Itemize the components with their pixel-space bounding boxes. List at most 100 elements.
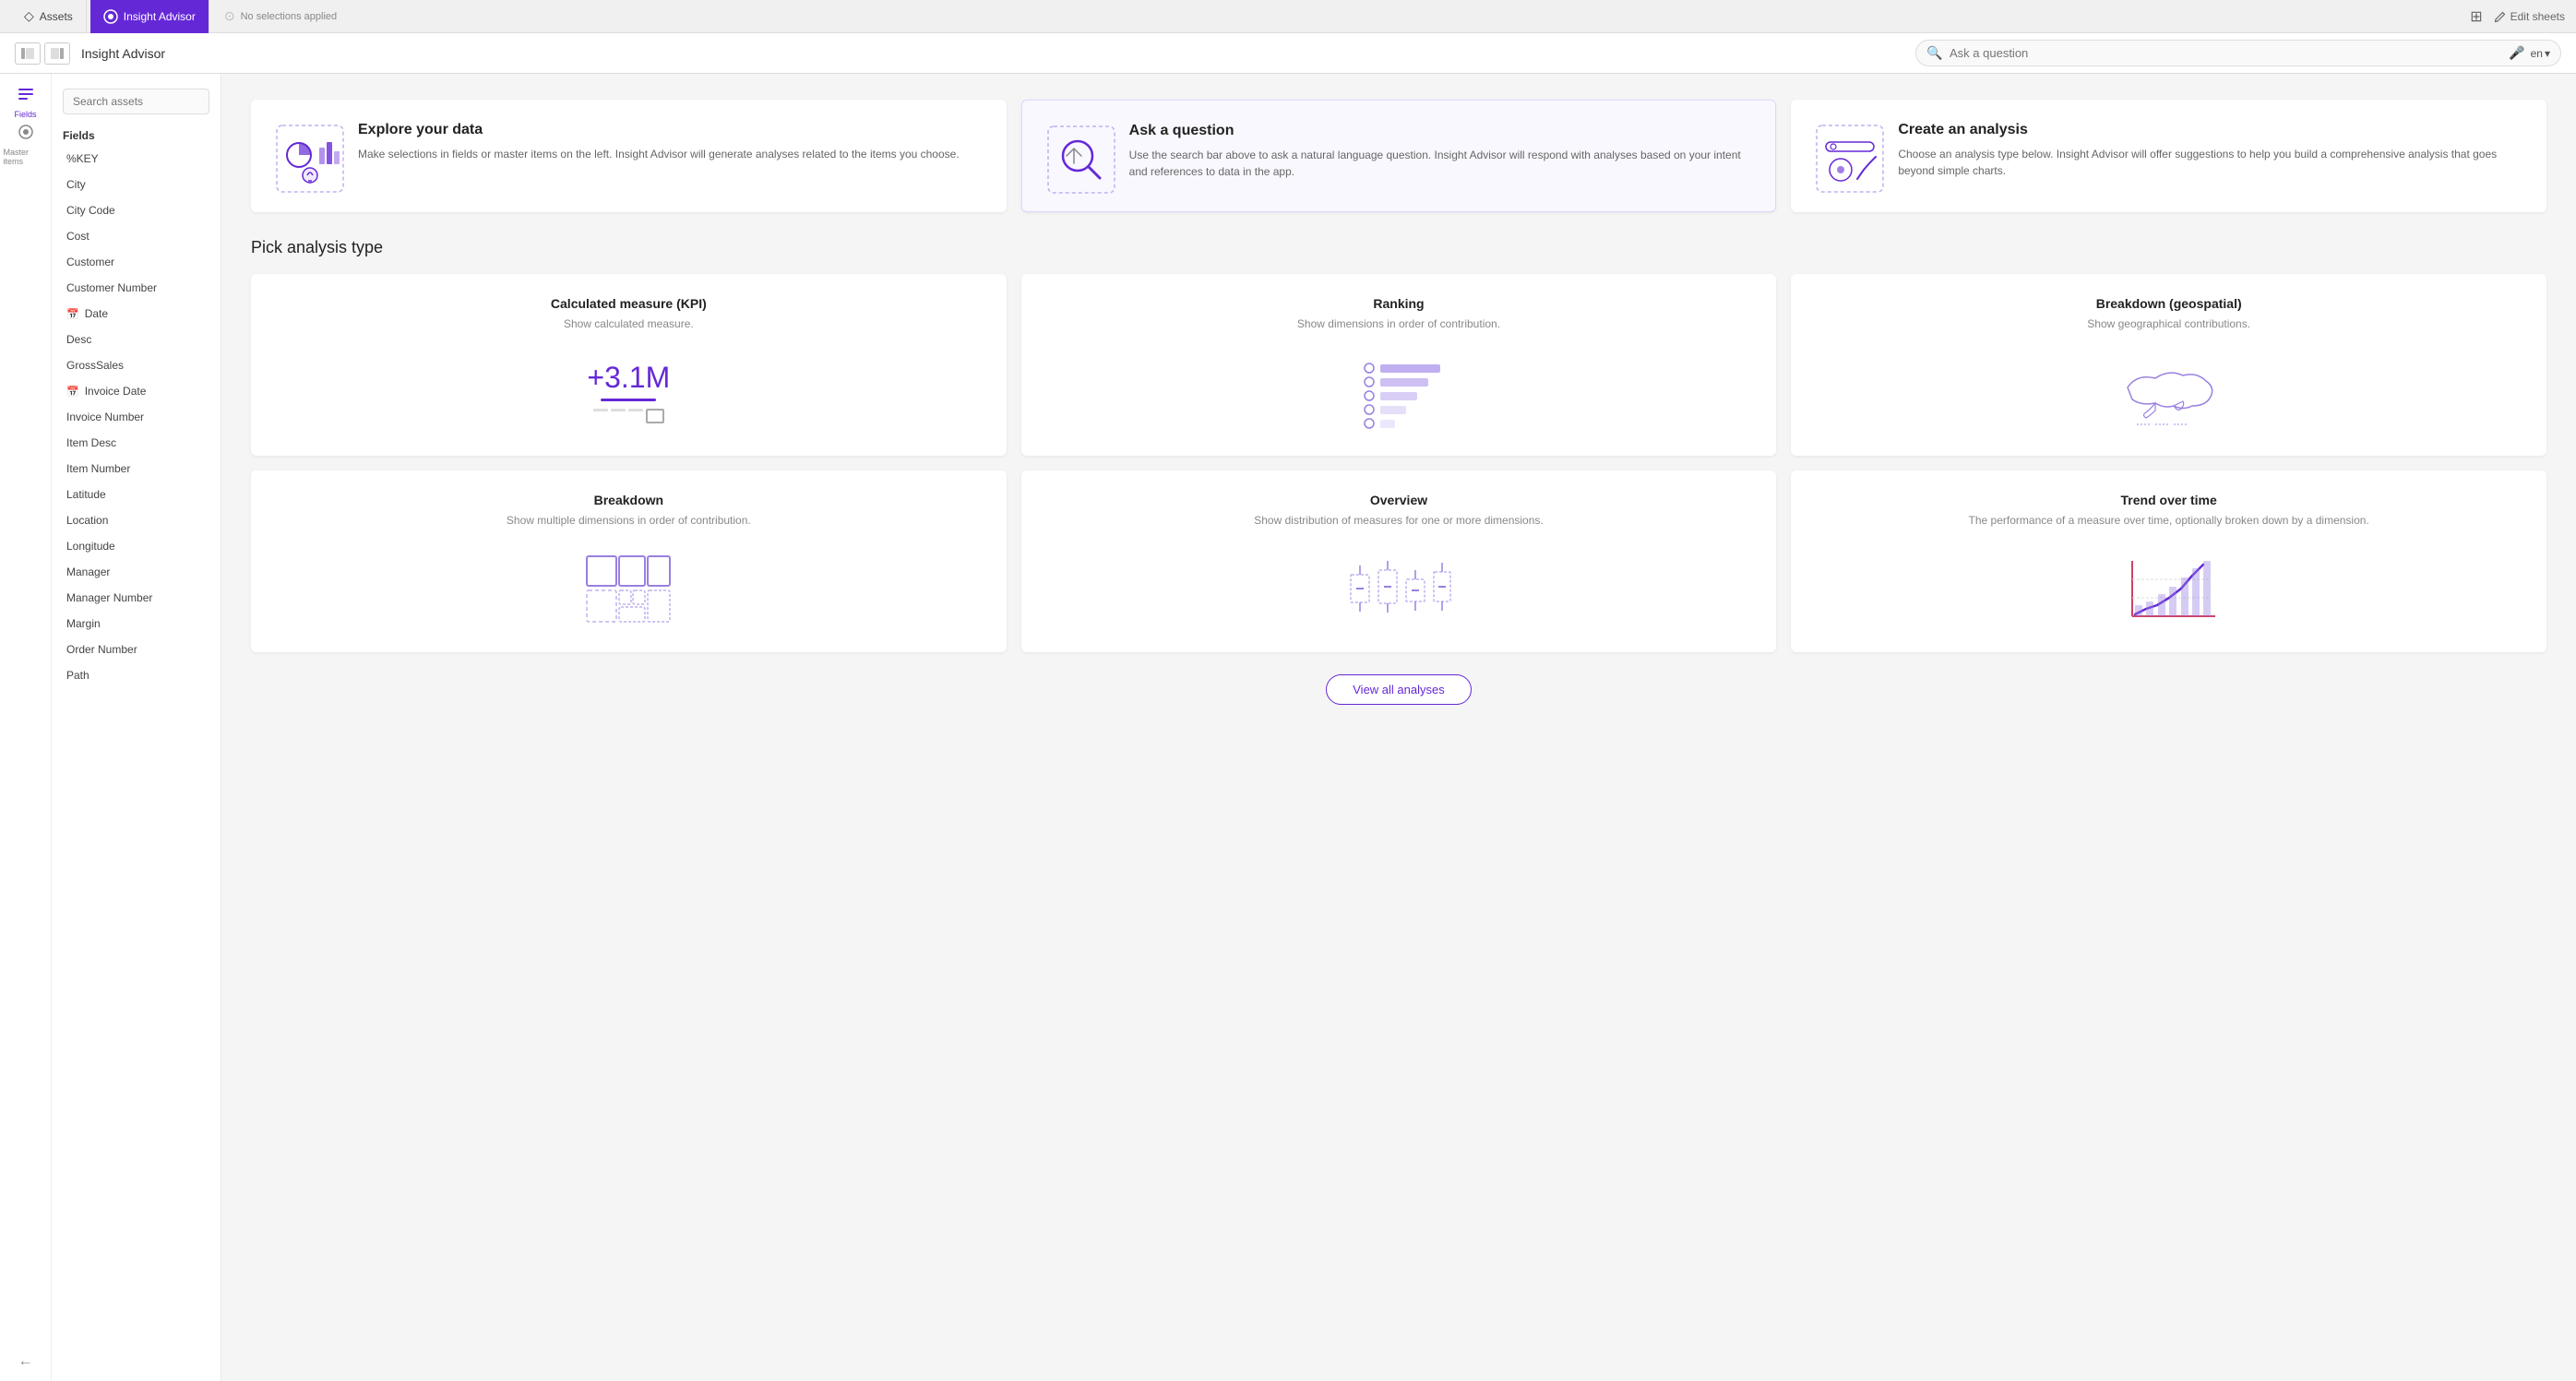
analysis-card-kpi[interactable]: Calculated measure (KPI) Show calculated… xyxy=(251,274,1007,456)
sidebar-collapse-btn[interactable]: ← xyxy=(18,1353,33,1381)
sidebar-field-invoice-date[interactable]: 📅Invoice Date xyxy=(55,378,217,404)
insight-icon xyxy=(103,9,118,24)
kpi-number: +3.1M xyxy=(587,361,670,395)
sidebar-field-customer-number[interactable]: Customer Number xyxy=(55,275,217,301)
overview-visual xyxy=(1040,547,1759,630)
sidebar-field-order-number[interactable]: Order Number xyxy=(55,637,217,662)
main-layout: Fields Master items ← Fiel xyxy=(0,74,2576,1381)
search-right: 🎤 en ▾ xyxy=(2509,45,2550,61)
calendar-icon: 📅 xyxy=(66,386,79,398)
search-bar: 🔍 🎤 en ▾ xyxy=(1915,40,2561,66)
analysis-card-trend[interactable]: Trend over time The performance of a mea… xyxy=(1791,470,2546,652)
sidebar-field-item-number[interactable]: Item Number xyxy=(55,456,217,482)
sidebar-field-manager[interactable]: Manager xyxy=(55,559,217,585)
create-icon xyxy=(1813,122,1879,188)
create-card-text: Create an analysis Choose an analysis ty… xyxy=(1898,122,2524,179)
microphone-icon[interactable]: 🎤 xyxy=(2509,45,2524,61)
trend-desc: The performance of a measure over time, … xyxy=(1809,513,2528,529)
sidebar-field-customer[interactable]: Customer xyxy=(55,249,217,275)
ask-title: Ask a question xyxy=(1129,123,1754,139)
fields-icon xyxy=(17,85,35,108)
analysis-card-geo[interactable]: Breakdown (geospatial) Show geographical… xyxy=(1791,274,2546,456)
info-cards-row: Explore your data Make selections in fie… xyxy=(251,100,2546,212)
edit-sheets-button[interactable]: Edit sheets xyxy=(2494,10,2565,23)
no-selections-text: No selections applied xyxy=(241,11,338,22)
top-nav-right: ⊞ Edit sheets xyxy=(2470,7,2565,26)
sidebar-field-desc[interactable]: Desc xyxy=(55,327,217,352)
analysis-card-overview[interactable]: Overview Show distribution of measures f… xyxy=(1021,470,1777,652)
sidebar-field-date[interactable]: 📅Date xyxy=(55,301,217,327)
sidebar-field-item-desc[interactable]: Item Desc xyxy=(55,430,217,456)
ask-card-text: Ask a question Use the search bar above … xyxy=(1129,123,1754,180)
sidebar-field-path[interactable]: Path xyxy=(55,662,217,688)
search-input[interactable] xyxy=(1915,40,2561,66)
ranking-title: Ranking xyxy=(1040,296,1759,311)
analysis-section: Pick analysis type Calculated measure (K… xyxy=(251,238,2546,705)
sidebar-item-fields[interactable]: Fields xyxy=(4,81,48,122)
page-title: Insight Advisor xyxy=(81,46,165,61)
explore-card: Explore your data Make selections in fie… xyxy=(251,100,1007,212)
panel-right-icon xyxy=(51,48,64,59)
top-nav: ◇ Assets Insight Advisor ⊙ No selections… xyxy=(0,0,2576,33)
sidebar-item-master-items[interactable]: Master items xyxy=(4,124,48,164)
assets-icon: ◇ xyxy=(24,8,34,24)
calendar-icon: 📅 xyxy=(66,308,79,320)
panel-left-icon xyxy=(21,48,34,59)
fields-section-label: Fields xyxy=(52,122,221,146)
analysis-card-ranking[interactable]: Ranking Show dimensions in order of cont… xyxy=(1021,274,1777,456)
sidebar-field-invoice-number[interactable]: Invoice Number xyxy=(55,404,217,430)
no-selections-indicator: ⊙ No selections applied xyxy=(224,8,337,24)
sidebar: Fields Master items ← Fiel xyxy=(0,74,221,1381)
explore-card-text: Explore your data Make selections in fie… xyxy=(358,122,960,162)
pencil-icon xyxy=(2494,10,2507,23)
view-all-button[interactable]: View all analyses xyxy=(1326,674,1471,705)
fields-label: Fields xyxy=(14,110,36,119)
panel-toggle xyxy=(15,42,70,65)
sidebar-field-city[interactable]: City xyxy=(55,172,217,197)
sidebar-field-manager-number[interactable]: Manager Number xyxy=(55,585,217,611)
sidebar-field-cost[interactable]: Cost xyxy=(55,223,217,249)
kpi-visual: +3.1M xyxy=(269,351,988,434)
trend-title: Trend over time xyxy=(1809,493,2528,507)
explore-title: Explore your data xyxy=(358,122,960,138)
sidebar-right: Fields %KEYCityCity CodeCostCustomerCust… xyxy=(52,74,221,1381)
assets-tab-label: Assets xyxy=(40,10,73,23)
sidebar-field-latitude[interactable]: Latitude xyxy=(55,482,217,507)
trend-visual xyxy=(1809,547,2528,630)
create-card: Create an analysis Choose an analysis ty… xyxy=(1791,100,2546,212)
view-all-row: View all analyses xyxy=(251,674,2546,705)
kpi-title: Calculated measure (KPI) xyxy=(269,296,988,311)
assets-tab[interactable]: ◇ Assets xyxy=(11,0,87,33)
sidebar-field-location[interactable]: Location xyxy=(55,507,217,533)
explore-icon xyxy=(273,122,340,188)
panel-left-btn[interactable] xyxy=(15,42,41,65)
sidebar-field-grosssales[interactable]: GrossSales xyxy=(55,352,217,378)
sidebar-fields-list: %KEYCityCity CodeCostCustomerCustomer Nu… xyxy=(52,146,221,688)
overview-title: Overview xyxy=(1040,493,1759,507)
collapse-icon: ← xyxy=(18,1353,33,1369)
grid-icon[interactable]: ⊞ xyxy=(2470,7,2482,26)
search-assets-input[interactable] xyxy=(63,89,209,114)
ask-card: Ask a question Use the search bar above … xyxy=(1021,100,1777,212)
ask-icon xyxy=(1044,123,1111,189)
analysis-card-breakdown[interactable]: Breakdown Show multiple dimensions in or… xyxy=(251,470,1007,652)
sidebar-left-icons: Fields Master items ← xyxy=(0,74,52,1381)
ranking-visual xyxy=(1040,351,1759,434)
overview-desc: Show distribution of measures for one or… xyxy=(1040,513,1759,529)
language-selector[interactable]: en ▾ xyxy=(2531,47,2550,60)
sidebar-field-city-code[interactable]: City Code xyxy=(55,197,217,223)
sidebar-field-longitude[interactable]: Longitude xyxy=(55,533,217,559)
explore-desc: Make selections in fields or master item… xyxy=(358,146,960,162)
insight-advisor-tab[interactable]: Insight Advisor xyxy=(90,0,209,33)
insight-tab-label: Insight Advisor xyxy=(124,10,196,23)
sidebar-field-pctkey[interactable]: %KEY xyxy=(55,146,217,172)
kpi-box xyxy=(646,409,664,423)
create-title: Create an analysis xyxy=(1898,122,2524,138)
second-bar: Insight Advisor 🔍 🎤 en ▾ xyxy=(0,33,2576,74)
sidebar-field-margin[interactable]: Margin xyxy=(55,611,217,637)
breakdown-desc: Show multiple dimensions in order of con… xyxy=(269,513,988,529)
ranking-desc: Show dimensions in order of contribution… xyxy=(1040,316,1759,332)
sidebar-panel: Fields Master items ← Fiel xyxy=(0,74,221,1381)
panel-right-btn[interactable] xyxy=(44,42,70,65)
create-desc: Choose an analysis type below. Insight A… xyxy=(1898,146,2524,179)
